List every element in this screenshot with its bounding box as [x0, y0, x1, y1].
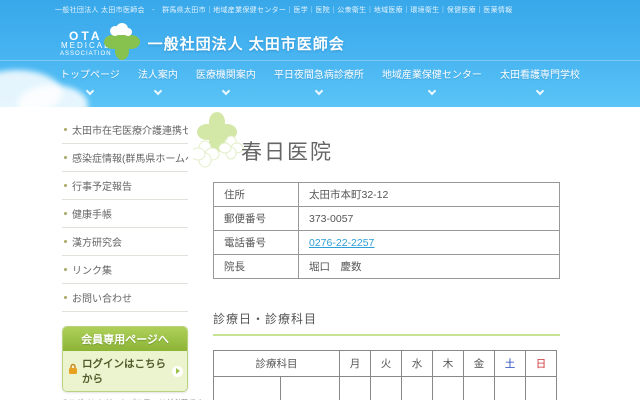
sidebar-item-label: 感染症情報(群馬県ホームページ) — [72, 150, 188, 165]
schedule-cell — [402, 377, 433, 400]
chevron-down-icon — [428, 87, 436, 95]
schedule-subject-header: 診療科目 — [214, 351, 340, 377]
lock-icon — [67, 362, 79, 380]
sidebar-item-label: 行事予定報告 — [72, 178, 132, 193]
table-row: 電話番号 0276-22-2257 — [214, 231, 560, 255]
clover-flower-icon — [193, 112, 245, 175]
info-value: 太田市本町32-12 — [299, 183, 560, 207]
sidebar-item-label: 健康手帳 — [72, 206, 112, 221]
phone-link[interactable]: 0276-22-2257 — [309, 237, 374, 249]
sidebar: 太田市在宅医療介護連携センター 感染症情報(群馬県ホームページ) 行事予定報告 … — [62, 116, 188, 400]
bullet-icon — [64, 128, 67, 131]
info-label: 電話番号 — [214, 231, 299, 255]
info-label: 院長 — [214, 255, 299, 279]
nav-label: 平日夜間急病診療所 — [274, 66, 364, 81]
day-header-sun: 日 — [526, 351, 557, 377]
table-row: 診療科目 月 火 水 木 金 土 日 — [214, 351, 557, 377]
table-row — [214, 377, 557, 400]
nav-label: 地域産業保健センター — [382, 66, 482, 81]
sidebar-item-label: 漢方研究会 — [72, 234, 122, 249]
sidebar-item-infection-info[interactable]: 感染症情報(群馬県ホームページ) — [62, 144, 188, 172]
schedule-cell — [464, 377, 495, 400]
schedule-cell — [340, 377, 371, 400]
nav-item-institutions[interactable]: 医療機関案内 — [196, 66, 256, 94]
bullet-icon — [64, 184, 67, 187]
info-label: 郵便番号 — [214, 207, 299, 231]
day-header-tue: 火 — [371, 351, 402, 377]
schedule-table: 診療科目 月 火 水 木 金 土 日 — [213, 350, 557, 400]
member-login-box: 会員専用ページへ ログインはこちらから — [62, 326, 188, 392]
chevron-down-icon — [536, 87, 544, 95]
chevron-down-icon — [86, 87, 94, 95]
member-page-header[interactable]: 会員専用ページへ — [63, 327, 187, 351]
nav-label: 太田看護専門学校 — [500, 66, 580, 81]
main-nav: トップページ 法人案内 医療機関案内 平日夜間急病診療所 地域産業保健センター … — [60, 66, 580, 94]
table-row: 住所 太田市本町32-12 — [214, 183, 560, 207]
bullet-icon — [64, 268, 67, 271]
nav-item-corporate[interactable]: 法人案内 — [138, 66, 178, 94]
sidebar-item-links[interactable]: リンク集 — [62, 256, 188, 284]
sidebar-item-label: 太田市在宅医療介護連携センター — [72, 122, 188, 137]
sidebar-item-home-care-center[interactable]: 太田市在宅医療介護連携センター — [62, 116, 188, 144]
info-value: 373-0057 — [299, 207, 560, 231]
sidebar-item-contact[interactable]: お問い合わせ — [62, 284, 188, 312]
bullet-icon — [64, 212, 67, 215]
schedule-section-heading: 診療日・診療科目 — [213, 310, 317, 327]
page-title: 春日医院 — [241, 136, 333, 166]
schedule-cell — [526, 377, 557, 400]
login-label: ログインはこちらから — [82, 356, 168, 386]
sidebar-item-label: お問い合わせ — [72, 290, 132, 305]
header-divider — [0, 60, 640, 61]
section-underline — [213, 334, 560, 336]
nav-label: 法人案内 — [138, 66, 178, 81]
info-value: 堀口 慶数 — [299, 255, 560, 279]
table-row: 郵便番号 373-0057 — [214, 207, 560, 231]
table-row: 院長 堀口 慶数 — [214, 255, 560, 279]
clinic-info-table: 住所 太田市本町32-12 郵便番号 373-0057 電話番号 0276-22… — [213, 182, 560, 279]
day-header-wed: 水 — [402, 351, 433, 377]
nav-item-nursing-school[interactable]: 太田看護専門学校 — [500, 66, 580, 94]
day-header-fri: 金 — [464, 351, 495, 377]
nav-label: トップページ — [60, 66, 120, 81]
schedule-cell — [495, 377, 526, 400]
chevron-down-icon — [154, 87, 162, 95]
site-header: 一般社団法人 太田市医師会 - 群馬県太田市｜地域産業保健センター｜医学｜医院｜… — [0, 0, 640, 107]
sidebar-item-event-schedule[interactable]: 行事予定報告 — [62, 172, 188, 200]
sidebar-item-health-notebook[interactable]: 健康手帳 — [62, 200, 188, 228]
logo[interactable]: OTA MEDICAL ASSOCIATION 一般社団法人 — [60, 22, 345, 65]
schedule-cell — [214, 377, 281, 400]
meta-keywords-bar: 一般社団法人 太田市医師会 - 群馬県太田市｜地域産業保健センター｜医学｜医院｜… — [55, 5, 512, 15]
bullet-icon — [64, 296, 67, 299]
chevron-down-icon — [315, 87, 323, 95]
chevron-down-icon — [222, 87, 230, 95]
sidebar-item-kampo-society[interactable]: 漢方研究会 — [62, 228, 188, 256]
day-header-thu: 木 — [433, 351, 464, 377]
nav-item-night-clinic[interactable]: 平日夜間急病診療所 — [274, 66, 364, 94]
info-value: 0276-22-2257 — [299, 231, 560, 255]
schedule-cell — [371, 377, 402, 400]
bullet-icon — [64, 156, 67, 159]
day-header-mon: 月 — [340, 351, 371, 377]
nav-label: 医療機関案内 — [196, 66, 256, 81]
site-title: 一般社団法人 太田市医師会 — [148, 33, 345, 54]
bullet-icon — [64, 240, 67, 243]
info-label: 住所 — [214, 183, 299, 207]
day-header-sat: 土 — [495, 351, 526, 377]
schedule-cell — [433, 377, 464, 400]
login-button[interactable]: ログインはこちらから — [63, 351, 187, 391]
nav-item-health-center[interactable]: 地域産業保健センター — [382, 66, 482, 94]
arrow-circle-icon — [172, 366, 183, 377]
clover-logo-icon — [104, 22, 140, 65]
sidebar-item-label: リンク集 — [72, 262, 112, 277]
schedule-cell — [281, 377, 340, 400]
